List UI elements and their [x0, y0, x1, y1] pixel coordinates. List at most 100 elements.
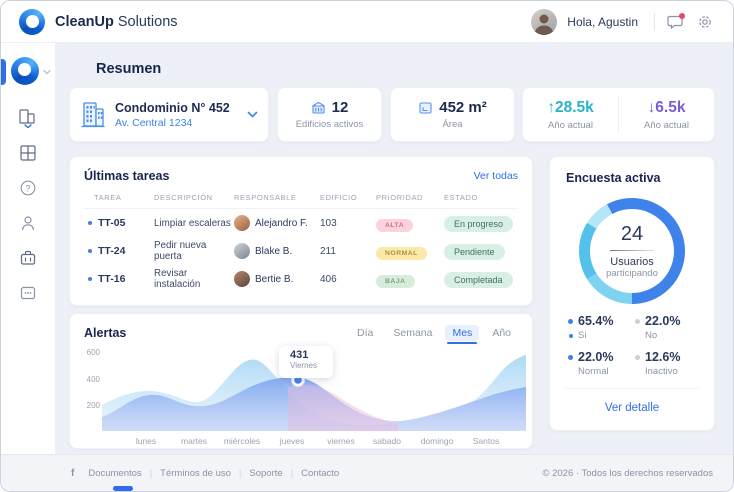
task-id: TT-16: [98, 273, 125, 285]
chevron-down-icon: [43, 69, 51, 75]
settings-button[interactable]: [695, 12, 715, 32]
condo-selector-card[interactable]: Condominio N° 452 Av. Central 1234: [69, 87, 269, 142]
buildings-label: Edificios activos: [296, 119, 364, 130]
stat-label: No: [645, 330, 657, 341]
area-icon: [418, 101, 433, 115]
task-edificio: 211: [320, 246, 376, 257]
tab-ano[interactable]: Año: [485, 325, 518, 341]
tab-semana[interactable]: Semana: [386, 325, 439, 341]
year-up-value: 28.5k: [555, 99, 594, 116]
tab-mes[interactable]: Mes: [445, 325, 479, 341]
grid-icon: [19, 144, 37, 162]
tooltip-label: Viernes: [290, 361, 333, 370]
x-label: viernes: [327, 436, 354, 446]
notifications-button[interactable]: [665, 12, 685, 32]
year-up-stat: ↑28.5k Año actual: [523, 88, 618, 141]
footer-link-soporte[interactable]: Soporte: [249, 468, 301, 479]
table-row[interactable]: TT-24 Pedir nueva puerta Blake B. 211 NO…: [84, 237, 518, 265]
task-resp: Alejandro F.: [255, 218, 308, 229]
sidebar-item-portfolio[interactable]: [17, 247, 39, 269]
user-greeting[interactable]: Hola, Agustin: [567, 15, 638, 29]
footer-link-documentos[interactable]: Documentos: [88, 468, 160, 479]
col-descripcion: DESCRIPCIÓN: [154, 193, 234, 202]
task-desc: Limpiar escaleras: [154, 218, 234, 229]
alerts-title: Alertas: [84, 326, 126, 340]
sidebar-item-users[interactable]: [17, 212, 39, 234]
yearly-stats-card: ↑28.5k Año actual ↓6.5k Año actual: [522, 87, 715, 142]
svg-text:?: ?: [25, 183, 30, 193]
gear-icon: [697, 14, 713, 30]
stat-inactivo: 12.6% Inactivo: [635, 350, 696, 377]
legend-dot: [635, 319, 640, 324]
y-tick: 200: [76, 401, 100, 410]
horizontal-scrollbar-thumb[interactable]: [113, 486, 133, 491]
chat-square-icon: [19, 285, 37, 301]
avatar: [234, 243, 250, 259]
person-silhouette-icon: [531, 9, 557, 35]
condo-building-icon: [80, 101, 106, 129]
active-indicator: [1, 59, 6, 85]
sidebar: ?: [1, 43, 56, 454]
col-responsable: RESPONSABLE: [234, 193, 320, 202]
year-down-label: Año actual: [644, 120, 689, 131]
row-bullet: [88, 249, 92, 253]
sidebar-item-buildings[interactable]: [17, 107, 39, 129]
area-stat-card: 452 m² Área: [390, 87, 515, 142]
table-row[interactable]: TT-16 Revisar instalación Bertie B. 406 …: [84, 265, 518, 293]
brand-logo-icon: [19, 9, 45, 35]
stat-label: Si: [578, 330, 586, 341]
y-tick: 400: [76, 375, 100, 384]
tooltip-value: 431: [290, 349, 333, 361]
task-resp: Blake B.: [255, 246, 292, 257]
facebook-icon[interactable]: f: [71, 468, 74, 479]
condo-title: Condominio N° 452: [115, 101, 230, 115]
person-icon: [19, 214, 37, 232]
x-label: jueves: [280, 436, 305, 446]
priority-badge: BAJA: [376, 275, 415, 288]
table-row[interactable]: TT-05 Limpiar escaleras Alejandro F. 103…: [84, 209, 518, 237]
series-pink: [288, 385, 398, 431]
legend-dot: [569, 334, 573, 338]
legend-dot: [568, 355, 573, 360]
footer-link-terminos[interactable]: Términos de uso: [160, 468, 249, 479]
brand-light: Solutions: [118, 14, 178, 30]
area-value: 452 m²: [439, 99, 487, 116]
x-label: sabado: [373, 436, 401, 446]
alerts-chart[interactable]: 600 400 200: [70, 344, 532, 448]
legend-dot: [568, 319, 573, 324]
view-detail-link[interactable]: Ver detalle: [605, 402, 659, 414]
latest-tasks-card: Últimas tareas Ver todas TAREA DESCRIPCI…: [69, 156, 533, 306]
task-desc: Pedir nueva puerta: [154, 240, 234, 262]
col-tarea: TAREA: [84, 193, 154, 202]
tab-dia[interactable]: Día: [350, 325, 380, 341]
x-label: Santos: [473, 436, 499, 446]
stat-pct: 12.6%: [645, 350, 680, 364]
page-footer: f Documentos Términos de uso Soporte Con…: [1, 454, 733, 491]
active-survey-card: Encuesta activa 24 Usuarios participando…: [549, 156, 715, 431]
stat-pct: 22.0%: [645, 314, 680, 328]
copyright-text: © 2026 · Todos los derechos reservados: [542, 468, 713, 479]
sidebar-item-dashboard[interactable]: [17, 142, 39, 164]
task-resp: Bertie B.: [255, 274, 293, 285]
footer-link-contacto[interactable]: Contacto: [301, 468, 339, 479]
task-id: TT-05: [98, 217, 125, 229]
building-icon: [17, 108, 39, 128]
chevron-down-icon[interactable]: [247, 111, 258, 118]
stat-pct: 65.4%: [578, 314, 613, 328]
briefcase-icon: [19, 249, 37, 267]
table-header: TAREA DESCRIPCIÓN RESPONSABLE EDIFICIO P…: [84, 193, 518, 209]
user-avatar[interactable]: [531, 9, 557, 35]
sidebar-item-help[interactable]: ?: [17, 177, 39, 199]
sidebar-item-messages[interactable]: [17, 282, 39, 304]
survey-donut-chart[interactable]: 24 Usuarios participando: [579, 198, 685, 304]
priority-badge: ALTA: [376, 219, 413, 232]
x-label: lunes: [136, 436, 156, 446]
donut-label-1: Usuarios: [610, 256, 653, 268]
task-id: TT-24: [98, 245, 125, 257]
view-all-link[interactable]: Ver todas: [474, 170, 518, 182]
status-badge: Pendiente: [444, 244, 505, 260]
survey-title: Encuesta activa: [566, 171, 698, 185]
workspace-selector[interactable]: [1, 43, 55, 89]
task-edificio: 406: [320, 274, 376, 285]
task-edificio: 103: [320, 218, 376, 229]
